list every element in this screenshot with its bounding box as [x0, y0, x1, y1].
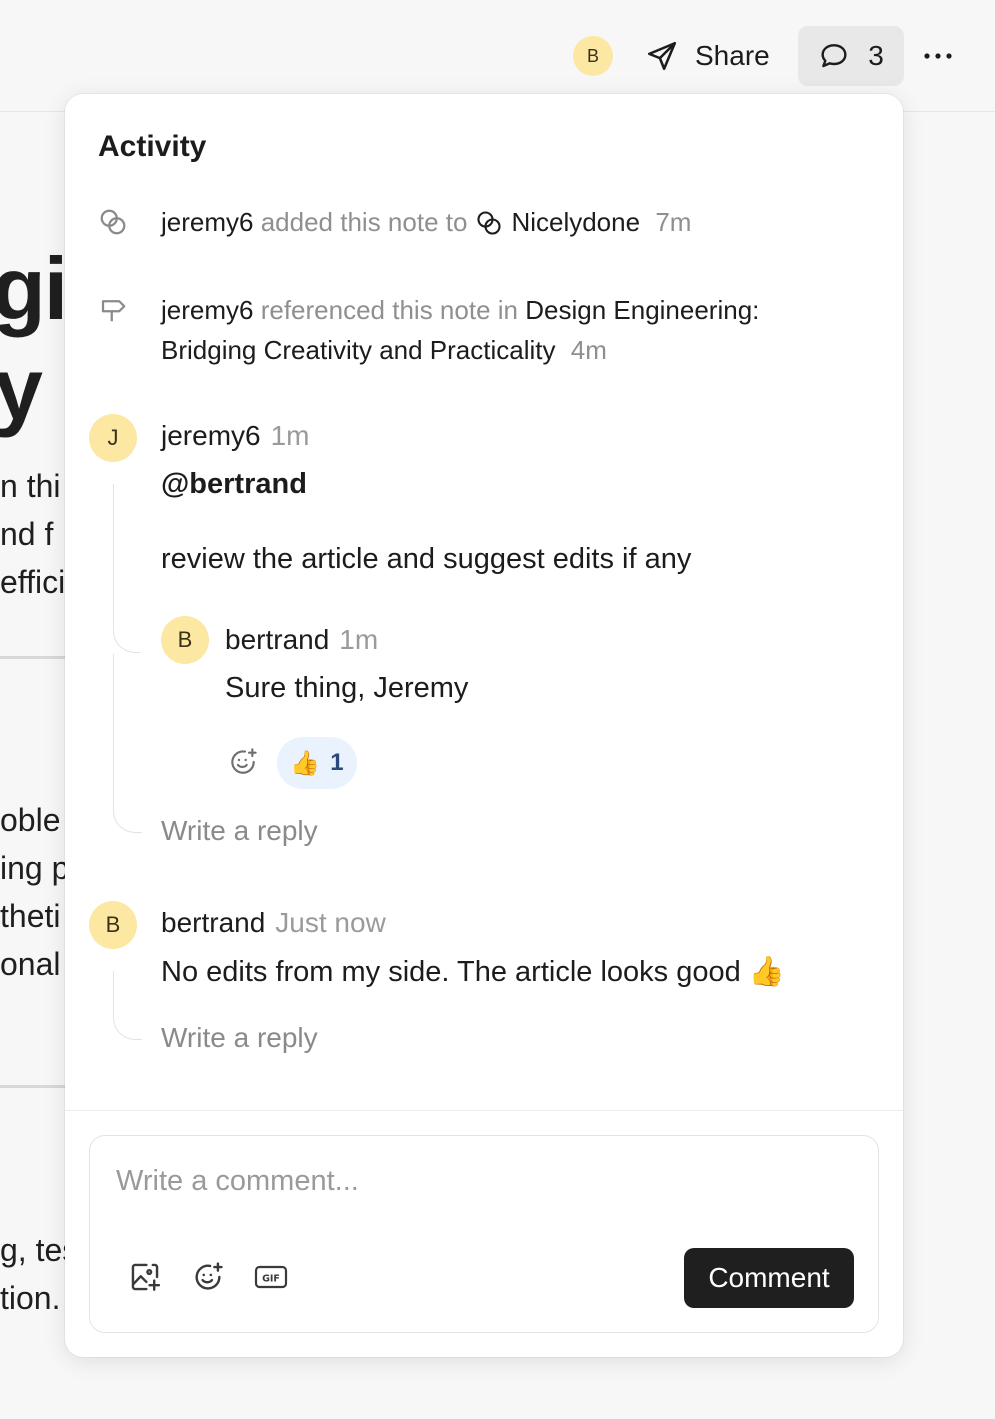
panel-title: Activity — [98, 130, 207, 163]
doc-text-fragment: ing p — [0, 850, 70, 886]
doc-heading-fragment: y — [0, 339, 43, 438]
doc-divider — [0, 656, 70, 659]
comment-text: No edits from my side. The article looks… — [161, 955, 785, 989]
signpost-icon — [101, 300, 126, 322]
gif-icon[interactable]: GIF — [254, 1260, 288, 1294]
doc-divider — [0, 1085, 70, 1088]
doc-text-fragment: oble — [0, 802, 61, 838]
comment-body: No edits from my side. The article looks… — [161, 956, 741, 988]
comment-submit-button[interactable]: Comment — [684, 1248, 854, 1308]
comment-time: 1m — [339, 624, 379, 655]
reply-text: Sure thing, Jeremy — [225, 672, 469, 704]
comment-count: 3 — [868, 40, 884, 71]
author-name[interactable]: bertrand — [161, 907, 265, 938]
avatar[interactable]: B — [161, 616, 209, 664]
add-reaction-icon[interactable] — [227, 746, 259, 778]
event-action: referenced this note in — [260, 295, 518, 325]
share-label: Share — [695, 40, 770, 71]
avatar[interactable]: B — [89, 901, 137, 949]
send-icon — [647, 41, 677, 71]
write-reply-link[interactable]: Write a reply — [161, 1022, 318, 1054]
collection-icon — [477, 211, 501, 235]
emoji-icon[interactable] — [191, 1260, 225, 1294]
thumbs-up-icon: 👍 — [748, 956, 785, 988]
doc-text-fragment: theti — [0, 898, 61, 934]
comment-bubble-icon — [821, 44, 847, 68]
event-target[interactable]: Nicelydone — [511, 207, 640, 237]
comment-input[interactable] — [114, 1160, 818, 1202]
more-horizontal-icon — [924, 53, 952, 59]
comment-time: 1m — [270, 420, 310, 451]
event-target[interactable]: Design Engineering: — [525, 295, 759, 325]
event-user[interactable]: jeremy6 — [161, 295, 253, 325]
doc-text-fragment: n thi — [0, 468, 61, 504]
doc-text-fragment: onal — [0, 946, 61, 982]
gif-label: GIF — [262, 1274, 280, 1285]
doc-text-fragment: tion. — [0, 1280, 61, 1316]
doc-text-fragment: nd f — [0, 516, 54, 552]
activity-event: jeremy6 referenced this note in Design E… — [161, 290, 861, 370]
thumbs-up-icon: 👍 — [290, 749, 321, 777]
event-action: added this note to — [260, 207, 468, 237]
activity-panel: Activity jeremy6 added this note to Nicel… — [65, 94, 903, 1357]
avatar[interactable]: J — [89, 414, 137, 462]
event-target[interactable]: Bridging Creativity and Practicality — [161, 335, 556, 365]
event-user[interactable]: jeremy6 — [161, 207, 253, 237]
avatar[interactable]: B — [573, 36, 613, 76]
comment-composer: GIF Comment — [89, 1135, 879, 1333]
reply-author: bertrand 1m — [225, 624, 378, 656]
page: B Share 3 gi y n thi nd f effici oble in… — [0, 0, 995, 1419]
doc-heading-fragment: gi — [0, 239, 68, 338]
collection-icon — [100, 209, 126, 235]
event-time: 7m — [655, 207, 692, 237]
comment-time: Just now — [275, 907, 386, 938]
add-image-icon[interactable] — [128, 1260, 162, 1294]
share-button[interactable]: Share — [645, 30, 770, 82]
author-name[interactable]: jeremy6 — [161, 420, 261, 451]
activity-event: jeremy6 added this note to Nicelydone 7m — [161, 202, 691, 242]
thread-connector — [113, 484, 140, 653]
more-options-button[interactable] — [918, 36, 958, 76]
thread-connector — [113, 654, 142, 833]
mention[interactable]: @bertrand — [161, 468, 307, 501]
doc-text-fragment: effici — [0, 564, 66, 600]
author-name[interactable]: bertrand — [225, 624, 329, 655]
reaction-count: 1 — [330, 749, 344, 776]
comments-button[interactable]: 3 — [798, 26, 904, 86]
event-time: 4m — [570, 335, 607, 365]
reaction-chip[interactable]: 👍 1 — [277, 737, 357, 789]
comment-text: review the article and suggest edits if … — [161, 543, 692, 575]
comment-author: jeremy6 1m — [161, 420, 310, 452]
panel-divider — [65, 1110, 903, 1111]
write-reply-link[interactable]: Write a reply — [161, 815, 318, 847]
comment-author: bertrand Just now — [161, 907, 386, 939]
thread-connector — [113, 971, 142, 1040]
